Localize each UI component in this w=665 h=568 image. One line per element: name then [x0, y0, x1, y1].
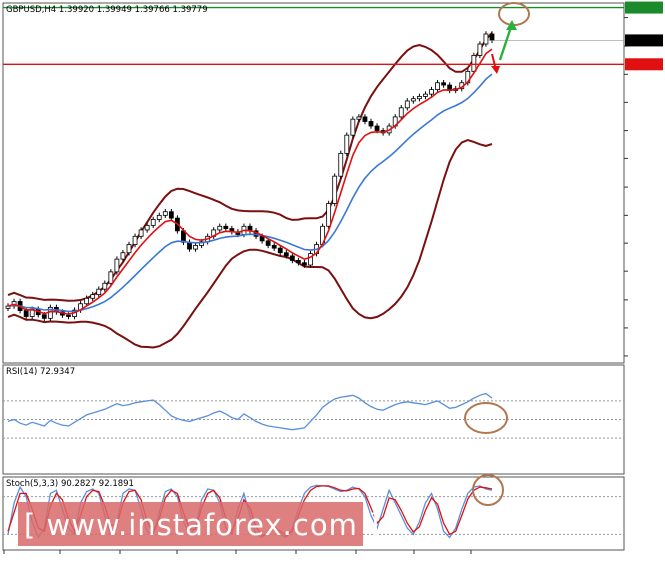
current-price-badge — [625, 34, 663, 47]
candle-body — [126, 244, 132, 254]
candle-body — [295, 260, 301, 264]
candle-body — [156, 214, 162, 220]
rsi-header: RSI(14) 72.9347 — [6, 367, 75, 377]
candle-body — [96, 288, 102, 296]
candle-body — [265, 240, 271, 246]
candle-body — [289, 255, 295, 261]
candle-body — [489, 33, 495, 41]
candle-body — [66, 314, 71, 317]
candle-body — [102, 282, 108, 290]
candle-body — [193, 245, 198, 250]
candle-body — [435, 82, 440, 90]
candle-body — [362, 116, 368, 122]
candle-body — [441, 82, 447, 86]
candle-body — [138, 229, 144, 237]
price-panel-frame — [2, 2, 625, 364]
stoch-header: Stoch(5,3,3) 90.2827 92.1891 — [6, 479, 134, 489]
candle-body — [283, 252, 289, 257]
candle-body — [398, 107, 404, 118]
candle-body — [471, 55, 477, 72]
chart-window: [ www.instaforex.com ] GBPUSD,H4 1.39920… — [0, 0, 665, 568]
candle-body — [41, 314, 47, 319]
candle-body — [404, 100, 410, 109]
candle-body — [326, 203, 332, 227]
candle-body — [344, 134, 350, 154]
watermark-text: [ www.instaforex.com ] — [24, 508, 380, 542]
candle-body — [356, 116, 362, 120]
candle-body — [332, 175, 338, 204]
candle-body — [23, 310, 29, 317]
candle-body — [477, 43, 483, 56]
resistance-price-badge — [625, 1, 663, 14]
price-header: GBPUSD,H4 1.39920 1.39949 1.39766 1.3977… — [6, 5, 208, 15]
candle-body — [223, 225, 229, 229]
candle-body — [368, 121, 374, 127]
candle-body — [416, 96, 422, 100]
chart-canvas: [ www.instaforex.com ] GBPUSD,H4 1.39920… — [2, 1, 663, 554]
candle-body — [374, 125, 380, 131]
candle-body — [132, 235, 138, 245]
support-price-badge — [625, 58, 663, 71]
candle-body — [150, 219, 156, 226]
candle-body — [423, 93, 428, 97]
candle-body — [277, 247, 283, 254]
candle-body — [84, 297, 90, 305]
candle-body — [338, 152, 344, 177]
candle-body — [483, 33, 489, 45]
candle-body — [429, 89, 434, 95]
candle-body — [108, 271, 114, 284]
candle-body — [114, 258, 120, 273]
candle-body — [271, 245, 277, 249]
candle-body — [350, 118, 356, 136]
candle-body — [144, 224, 150, 231]
candle-body — [162, 211, 168, 216]
candle-body — [410, 98, 416, 102]
candle-body — [120, 252, 126, 260]
candle-body — [168, 211, 174, 219]
candle-body — [302, 262, 307, 266]
candle-body — [217, 225, 223, 231]
candle-body — [90, 294, 96, 299]
